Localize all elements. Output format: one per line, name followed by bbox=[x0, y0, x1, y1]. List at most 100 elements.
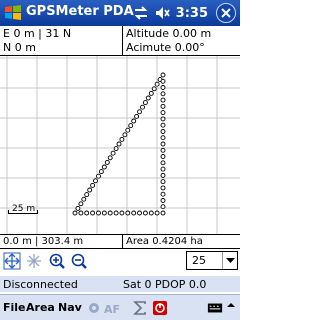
app-title: GPSMeter PDA bbox=[26, 4, 134, 19]
track-point bbox=[134, 113, 140, 119]
close-button[interactable] bbox=[216, 3, 236, 23]
track-point bbox=[160, 160, 166, 166]
track-point bbox=[78, 201, 84, 207]
track-point bbox=[160, 72, 166, 78]
zoom-value: 25 bbox=[192, 254, 206, 267]
track-point bbox=[96, 173, 101, 179]
menu-area[interactable]: Area bbox=[26, 301, 55, 314]
track-point bbox=[125, 210, 131, 216]
track-point bbox=[160, 154, 166, 159]
track-point bbox=[142, 210, 148, 216]
input-menu-arrow-icon[interactable] bbox=[225, 299, 237, 317]
track-point bbox=[128, 123, 134, 129]
track-point bbox=[160, 172, 166, 178]
track-point bbox=[142, 100, 148, 106]
stop-icon[interactable] bbox=[152, 299, 168, 317]
track-point bbox=[160, 129, 166, 134]
track-point bbox=[154, 81, 160, 87]
windows-start-icon[interactable] bbox=[3, 3, 23, 23]
menu-nav[interactable]: Nav bbox=[58, 301, 82, 314]
area-readout: Area 0.4204 ha bbox=[126, 236, 203, 247]
track-point bbox=[160, 185, 166, 191]
track-point bbox=[160, 103, 166, 109]
menu-file[interactable]: File bbox=[3, 301, 26, 314]
easting-readout: E 0 m | 31 N bbox=[3, 27, 72, 40]
coordinate-panel: E 0 m | 31 N N 0 m Altitude 0.00 m Acimu… bbox=[0, 26, 240, 56]
connectivity-icon[interactable] bbox=[132, 4, 150, 22]
track-point bbox=[125, 127, 131, 133]
track-point bbox=[160, 210, 166, 216]
track-point bbox=[96, 210, 101, 216]
track-point bbox=[98, 169, 104, 175]
track-point bbox=[90, 210, 96, 216]
track-point bbox=[104, 159, 110, 165]
svg-text:AF: AF bbox=[104, 303, 120, 316]
track-point bbox=[93, 178, 98, 184]
track-point bbox=[148, 90, 154, 96]
clock[interactable]: 3:35 bbox=[176, 6, 208, 21]
altitude-readout: Altitude 0.00 m bbox=[126, 27, 212, 40]
panel-divider bbox=[122, 26, 123, 56]
map-canvas[interactable] bbox=[0, 56, 240, 234]
distance-readout: 0.0 m | 303.4 m bbox=[3, 236, 84, 247]
track-point bbox=[131, 118, 137, 124]
northing-readout: N 0 m bbox=[3, 41, 36, 54]
close-icon bbox=[221, 8, 231, 18]
track-point bbox=[90, 182, 96, 188]
zoom-extents-icon[interactable] bbox=[25, 252, 43, 270]
track-point bbox=[160, 85, 166, 90]
track-point bbox=[160, 166, 166, 172]
track-point bbox=[119, 136, 125, 142]
track-point bbox=[154, 210, 160, 216]
track-point bbox=[137, 210, 142, 216]
track-point bbox=[101, 210, 107, 216]
pan-icon[interactable] bbox=[3, 252, 21, 270]
track-point bbox=[131, 210, 137, 216]
track-point bbox=[151, 86, 157, 92]
track-point bbox=[148, 210, 154, 216]
track-point bbox=[140, 104, 145, 110]
track-point bbox=[78, 210, 84, 216]
track-point bbox=[160, 116, 166, 122]
measurement-row: 0.0 m | 303.4 m Area 0.4204 ha bbox=[0, 234, 240, 249]
track-point bbox=[137, 109, 142, 115]
track-point bbox=[107, 155, 113, 161]
title-bar: GPSMeter PDA 3:35 bbox=[0, 0, 240, 26]
track-point bbox=[160, 204, 166, 210]
track-point bbox=[84, 210, 90, 216]
keyboard-icon[interactable] bbox=[207, 299, 223, 317]
zoom-in-icon[interactable] bbox=[48, 252, 66, 270]
track-point bbox=[145, 95, 151, 101]
azimuth-readout: Acimute 0.00° bbox=[126, 41, 205, 54]
track-point bbox=[119, 210, 125, 216]
status-divider bbox=[122, 235, 123, 248]
track-point bbox=[72, 210, 78, 216]
track-point bbox=[160, 135, 166, 141]
track-point bbox=[84, 192, 90, 198]
track-point bbox=[87, 187, 93, 193]
zoom-select[interactable]: 25 bbox=[186, 251, 238, 270]
track-point bbox=[122, 132, 128, 138]
gps-status-bar: Disconnected Sat 0 PDOP 0.0 bbox=[0, 276, 240, 292]
waypoint-icon[interactable] bbox=[86, 299, 102, 317]
track-point bbox=[101, 164, 107, 170]
track-point bbox=[160, 147, 166, 153]
volume-icon[interactable] bbox=[154, 4, 172, 22]
track-point bbox=[81, 196, 87, 202]
track-point bbox=[160, 179, 166, 185]
af-icon[interactable]: AF bbox=[104, 299, 120, 317]
scale-bar bbox=[8, 210, 38, 214]
track-point bbox=[116, 141, 122, 147]
track-point bbox=[113, 210, 119, 216]
track-point bbox=[160, 141, 166, 147]
map-view[interactable]: 25 m bbox=[0, 56, 240, 234]
track-point bbox=[160, 78, 166, 84]
sum-icon[interactable] bbox=[132, 299, 148, 317]
menu-bar: File Area Nav AF bbox=[0, 294, 240, 320]
track-point bbox=[75, 205, 81, 211]
track-point bbox=[107, 210, 113, 216]
zoom-out-icon[interactable] bbox=[70, 252, 88, 270]
chevron-down-icon[interactable] bbox=[222, 252, 237, 269]
gps-track bbox=[72, 72, 166, 216]
track-point bbox=[160, 91, 166, 97]
